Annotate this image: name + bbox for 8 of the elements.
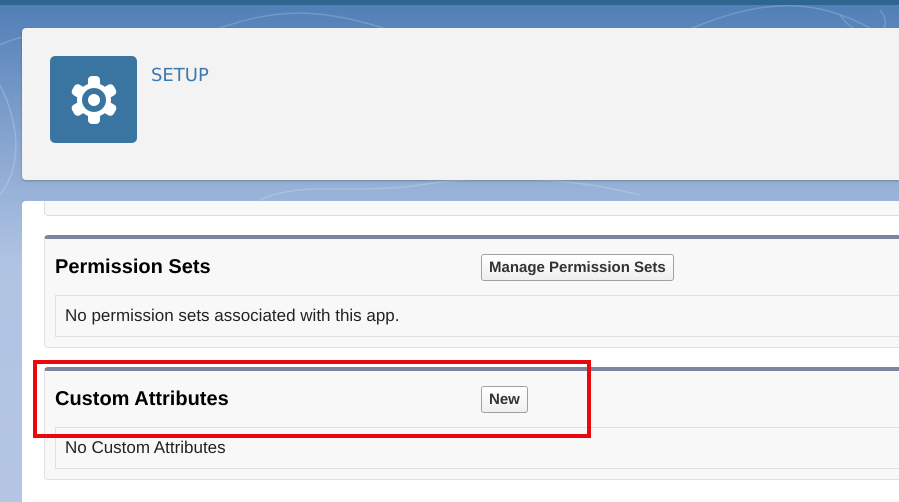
empty-message: No Custom Attributes	[55, 427, 899, 469]
section-title: Custom Attributes	[55, 388, 230, 410]
section-button[interactable]: Manage Permission Sets	[481, 254, 674, 280]
page-title: SETUP	[151, 65, 209, 87]
section-title: Permission Sets	[55, 256, 212, 278]
gear-icon	[70, 74, 118, 124]
empty-message: No permission sets associated with this app.	[55, 295, 899, 337]
section-button[interactable]: New	[481, 386, 528, 412]
